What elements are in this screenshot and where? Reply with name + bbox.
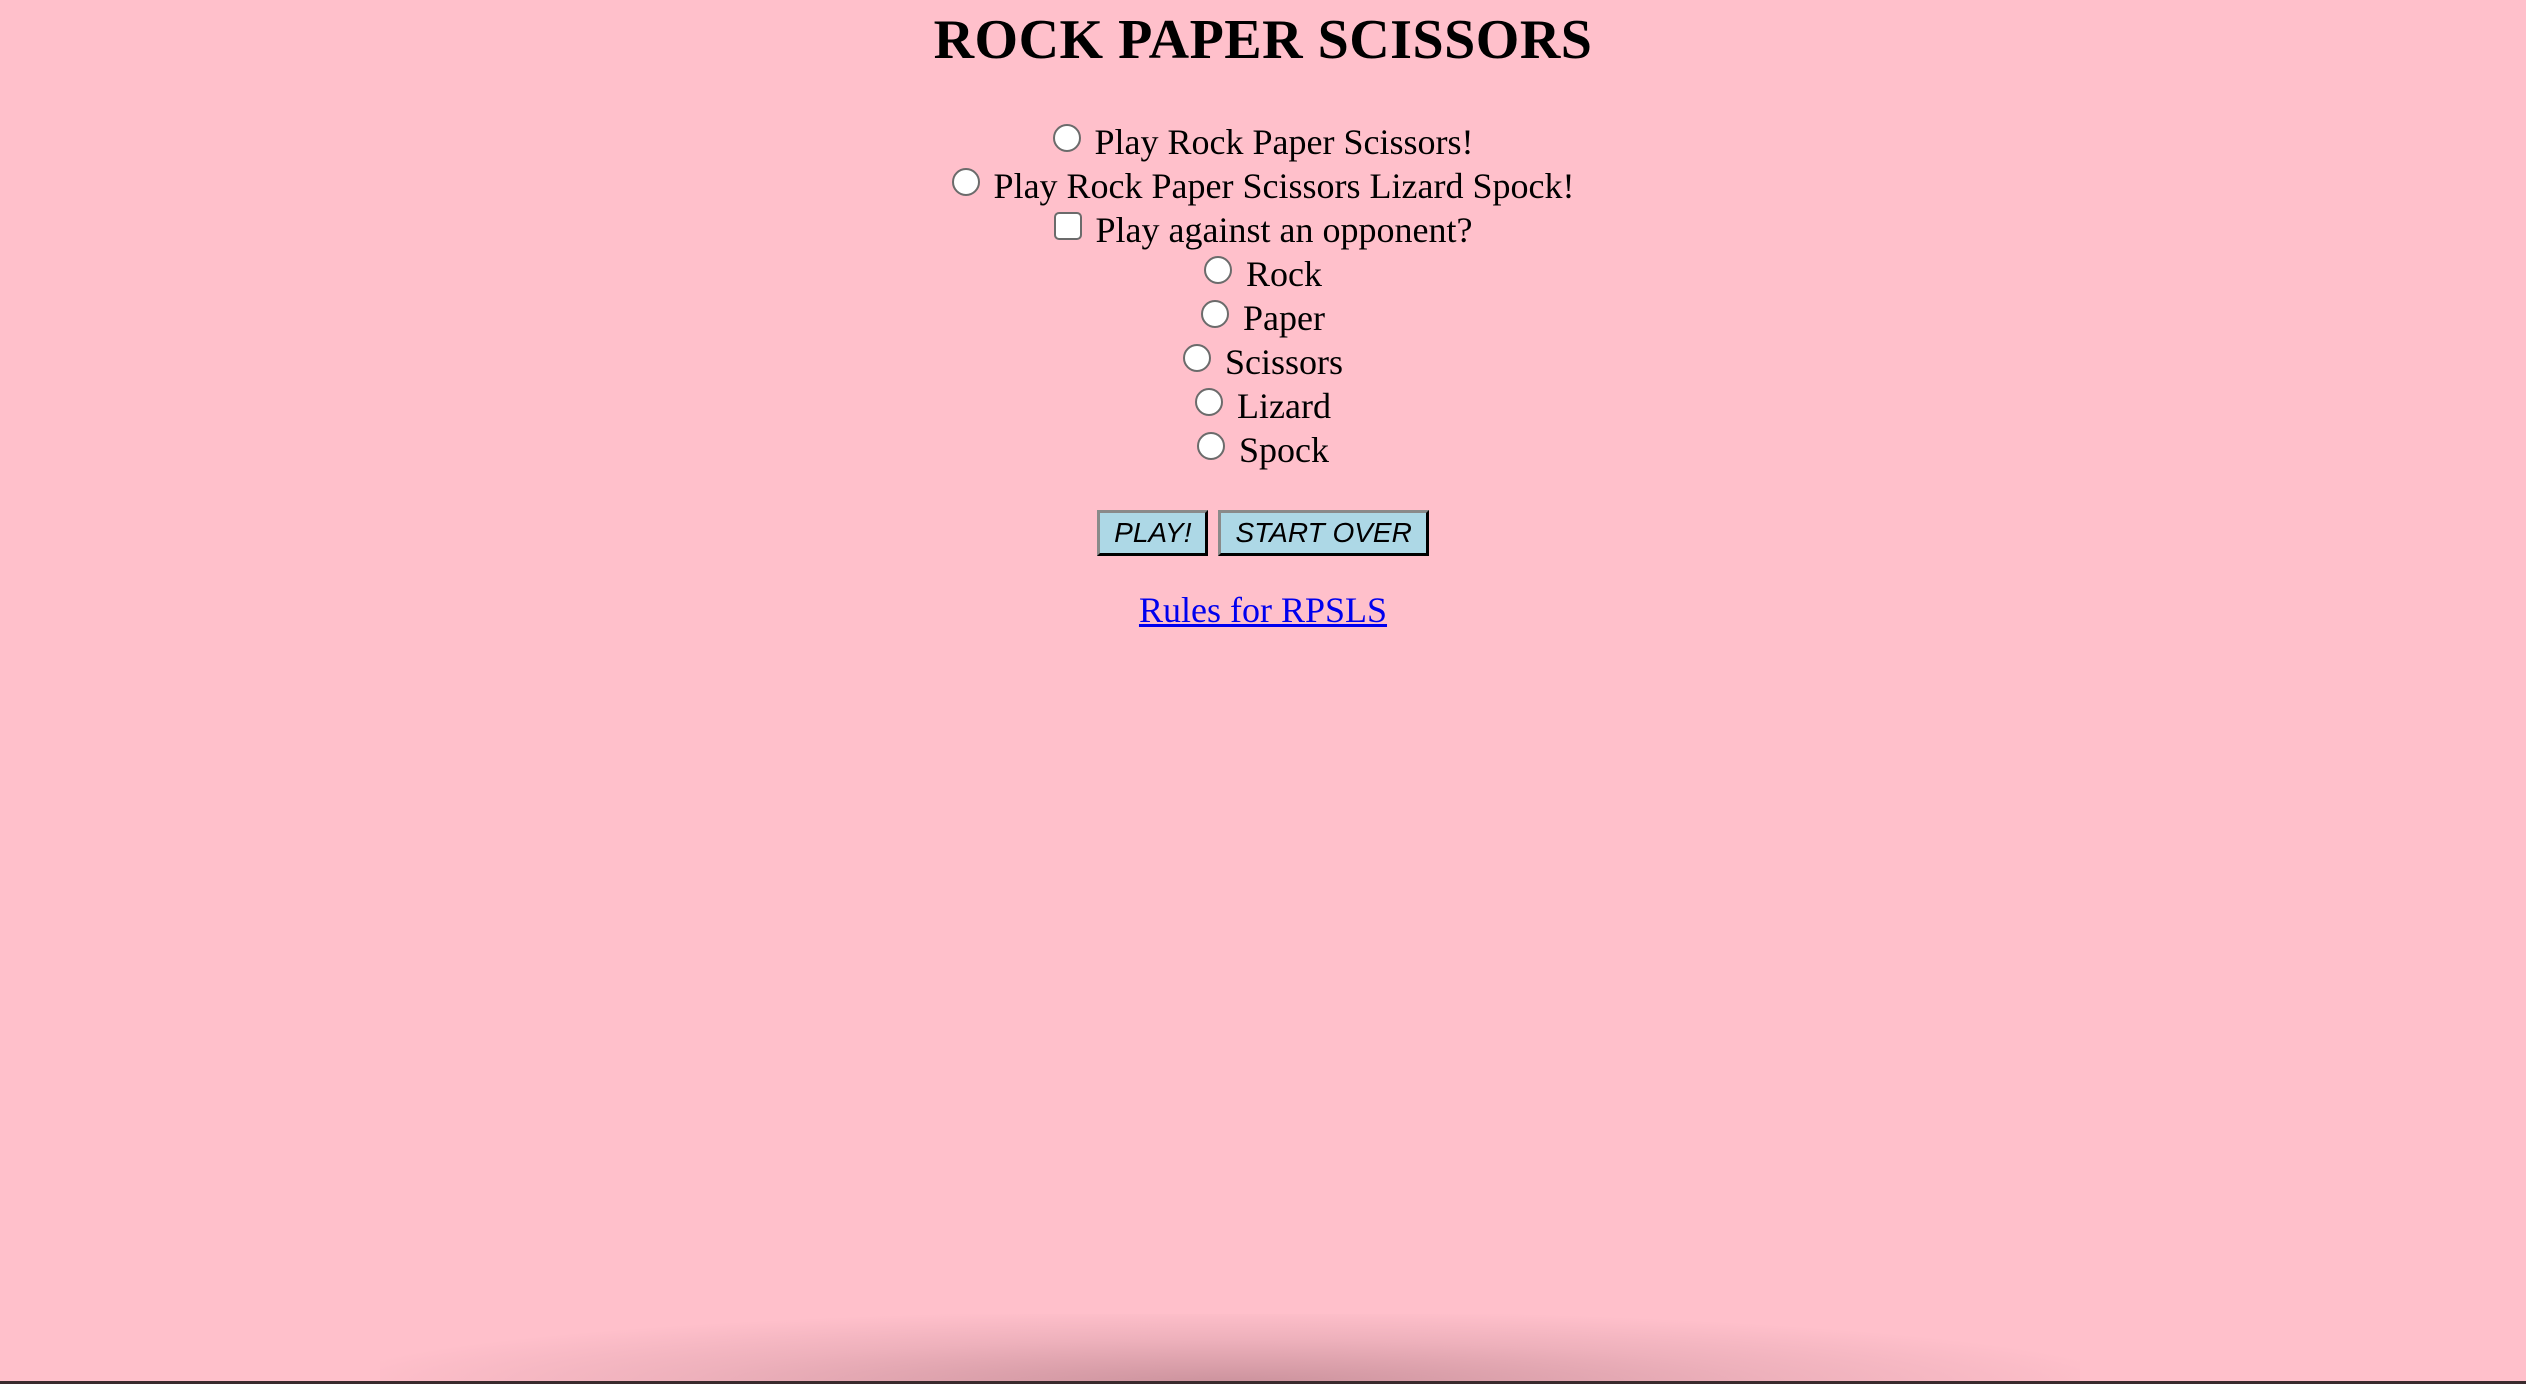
choice-lizard-label: Lizard [1237, 386, 1331, 426]
opponent-option[interactable]: Play against an opponent? [0, 208, 2526, 252]
mode-option-rps[interactable]: Play Rock Paper Scissors! [0, 120, 2526, 164]
page-title: ROCK PAPER SCISSORS [933, 9, 1593, 71]
choice-paper-label: Paper [1243, 298, 1325, 338]
mode-rps-label: Play Rock Paper Scissors! [1094, 122, 1474, 162]
button-bar: PLAY! START OVER [0, 510, 2526, 556]
play-button[interactable]: PLAY! [1097, 510, 1209, 556]
rules-link[interactable]: Rules for RPSLS [1139, 590, 1387, 630]
choice-rock[interactable]: Rock [0, 252, 2526, 296]
mode-rpsls-label: Play Rock Paper Scissors Lizard Spock! [993, 166, 1575, 206]
choice-paper-radio[interactable] [1201, 300, 1230, 328]
choice-spock[interactable]: Spock [0, 428, 2526, 472]
choice-paper[interactable]: Paper [0, 296, 2526, 340]
mode-rpsls-radio[interactable] [951, 168, 980, 196]
options-list: Play Rock Paper Scissors! Play Rock Pape… [0, 120, 2526, 472]
choice-spock-radio[interactable] [1197, 432, 1225, 460]
choice-scissors[interactable]: Scissors [0, 340, 2526, 384]
start-over-button[interactable]: START OVER [1218, 510, 1429, 556]
choice-scissors-radio[interactable] [1182, 344, 1211, 372]
mode-option-rpsls[interactable]: Play Rock Paper Scissors Lizard Spock! [0, 164, 2526, 208]
choice-scissors-label: Scissors [1224, 342, 1344, 382]
mode-rps-radio[interactable] [1052, 124, 1081, 152]
game-page: ROCK PAPER SCISSORS Play Rock Paper Scis… [0, 0, 2526, 1384]
choice-spock-label: Spock [1239, 430, 1329, 470]
opponent-checkbox[interactable] [1053, 212, 1082, 240]
choice-lizard-radio[interactable] [1195, 388, 1224, 416]
rules-container: Rules for RPSLS [0, 590, 2526, 630]
choice-lizard[interactable]: Lizard [0, 384, 2526, 428]
choice-rock-label: Rock [1246, 254, 1322, 294]
opponent-label: Play against an opponent? [1095, 210, 1473, 250]
choice-rock-radio[interactable] [1204, 256, 1232, 284]
